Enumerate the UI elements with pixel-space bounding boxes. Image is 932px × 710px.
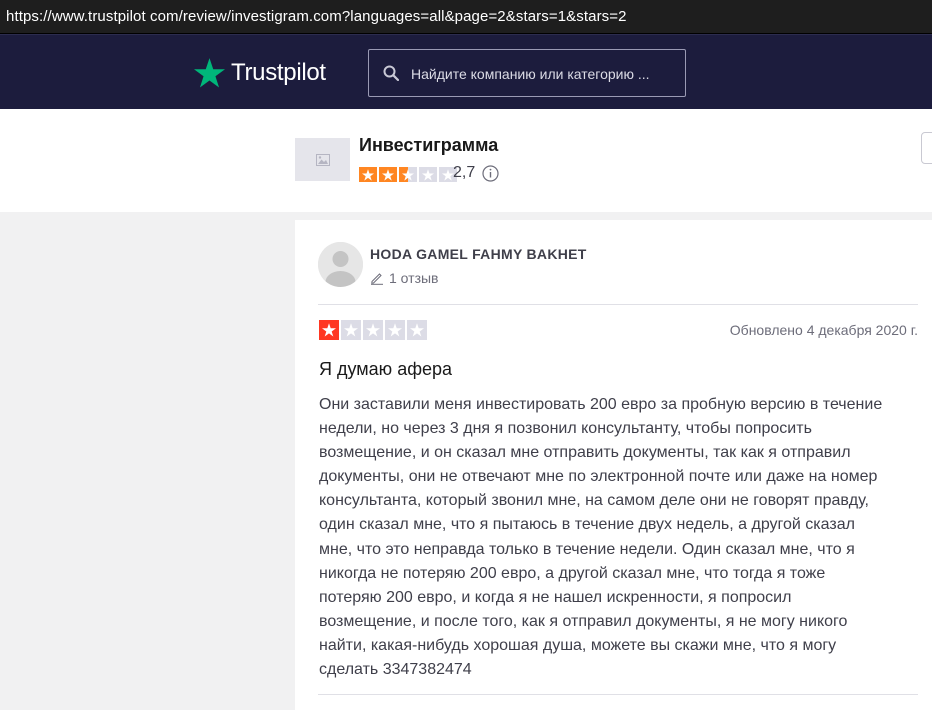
review-body-line: один сказал мне, что я пытаюсь в течение… (319, 516, 855, 534)
trust-score: 2,7 (453, 164, 476, 181)
review-date: Обновлено 4 декабря 2020 г. (729, 322, 918, 338)
review-body-line: консультанта, который звонил мне, на сам… (319, 492, 869, 510)
review-card: HODA GAMEL FAHMY BAKHET 1 отзыв Обновлен… (295, 220, 932, 710)
company-star-rating (359, 167, 457, 182)
divider (318, 304, 918, 305)
browser-address-bar[interactable]: https://www.trustpilot com/review/invest… (0, 0, 932, 34)
company-header: Инвестиграмма 2,7 (0, 109, 932, 212)
star-icon (319, 320, 339, 340)
review-body-line: никогда не потеряю 200 евро, а другой ск… (319, 564, 826, 582)
reviewer-name[interactable]: HODA GAMEL FAHMY BAKHET (370, 246, 587, 262)
pencil-icon (371, 273, 383, 285)
top-navigation: Trustpilot (0, 34, 932, 110)
search-icon (383, 65, 399, 81)
star-icon (359, 167, 377, 182)
review-body-line: возмещение, и после того, как я отправил… (319, 612, 848, 630)
review-body-line: Они заставили меня инвестировать 200 евр… (319, 396, 883, 413)
review-title[interactable]: Я думаю афера (319, 359, 452, 380)
review-body-line: найти, какая-нибудь хорошая душа, можете… (319, 636, 837, 654)
user-avatar-icon (318, 242, 363, 287)
search-box[interactable] (368, 49, 686, 98)
info-icon[interactable] (482, 165, 499, 182)
trustpilot-logo[interactable]: Trustpilot (194, 56, 326, 90)
review-body-line: сделать 3347382474 (319, 661, 472, 679)
review-body-line: мне, что это неправда только в течение н… (319, 540, 855, 558)
company-logo-placeholder (295, 138, 350, 181)
empty-star-icon (407, 320, 427, 340)
half-star-icon (399, 167, 417, 182)
review-count-label: 1 отзыв (389, 270, 439, 286)
star-logo-icon (194, 58, 225, 88)
image-placeholder-icon (315, 153, 330, 166)
company-name[interactable]: Инвестиграмма (359, 135, 498, 156)
url-text[interactable]: https://www.trustpilot com/review/invest… (6, 8, 627, 25)
star-icon (379, 167, 397, 182)
review-star-rating (319, 320, 427, 340)
avatar[interactable] (318, 242, 363, 287)
write-review-button-edge[interactable] (921, 132, 932, 164)
empty-star-icon (419, 167, 437, 182)
search-input[interactable] (409, 50, 683, 98)
empty-star-icon (363, 320, 383, 340)
review-body: Они заставили меня инвестировать 200 евр… (319, 393, 919, 682)
divider (318, 694, 918, 695)
reviewer-review-count: 1 отзыв (370, 270, 439, 286)
review-body-line: недели, но через 3 дня я позвонил консул… (319, 420, 812, 438)
review-body-line: возмещение, и он сказал мне отправить до… (319, 444, 851, 462)
review-body-line: документы, они не отвечают мне по электр… (319, 468, 878, 486)
review-body-line: потеряю 200 евро, и когда я не нашел иск… (319, 588, 792, 606)
empty-star-icon (341, 320, 361, 340)
brand-name: Trustpilot (231, 59, 326, 86)
empty-star-icon (385, 320, 405, 340)
